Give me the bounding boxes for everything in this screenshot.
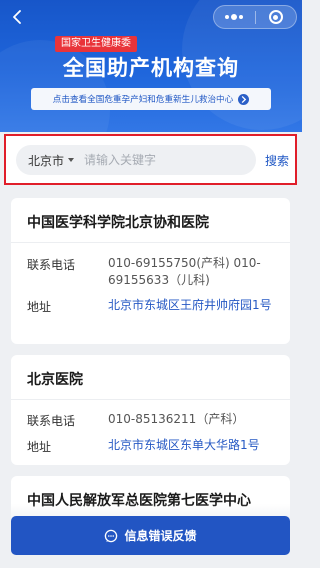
header-banner: 国家卫生健康委 全国助产机构查询 点击查看全国危重孕产妇和危重新生儿救治中心 <box>0 0 302 132</box>
phone-label: 联系电话 <box>27 258 76 272</box>
more-button[interactable] <box>214 6 255 28</box>
more-dots-icon <box>225 14 244 20</box>
chevron-left-icon <box>13 10 21 24</box>
back-button[interactable] <box>8 7 28 27</box>
rescue-center-link[interactable]: 点击查看全国危重孕产妇和危重新生儿救治中心 <box>31 88 271 110</box>
hospital-card[interactable]: 北京医院 联系电话 010-85136211（产科） 地址 北京市东城区东单大华… <box>11 355 290 465</box>
hospital-phone[interactable]: 010-85136211（产科） <box>108 411 276 428</box>
card-divider <box>11 399 290 400</box>
city-select-value: 北京市 <box>28 153 65 168</box>
search-button[interactable]: 搜索 <box>265 152 289 169</box>
nhc-badge: 国家卫生健康委 <box>55 36 137 52</box>
phone-label: 联系电话 <box>27 414 76 428</box>
hospital-address[interactable]: 北京市东城区王府井帅府园1号 <box>108 297 276 314</box>
hospital-name: 中国医学科学院北京协和医院 <box>27 215 209 231</box>
keyword-input[interactable] <box>84 153 234 167</box>
chevron-right-icon <box>238 93 250 105</box>
mini-program-capsule <box>213 5 297 29</box>
page-title: 全国助产机构查询 <box>63 56 239 80</box>
address-label: 地址 <box>27 300 52 314</box>
rescue-center-link-text: 点击查看全国危重孕产妇和危重新生儿救治中心 <box>52 95 234 105</box>
capsule-divider <box>254 10 256 24</box>
feedback-button-label: 信息错误反馈 <box>124 529 197 543</box>
close-mini-program-button[interactable] <box>256 6 297 28</box>
card-divider <box>11 242 290 243</box>
chat-bubble-icon <box>105 529 118 542</box>
hospital-address[interactable]: 北京市东城区东单大华路1号 <box>108 437 276 454</box>
search-field: 北京市 <box>16 145 256 175</box>
caret-down-icon <box>68 158 75 162</box>
search-bar: 北京市 搜索 <box>4 134 297 185</box>
hospital-phone[interactable]: 010-69155750(产科) 010-69155633（儿科) <box>108 255 276 289</box>
hospital-card[interactable]: 中国医学科学院北京协和医院 联系电话 010-69155750(产科) 010-… <box>11 198 290 344</box>
city-select[interactable]: 北京市 <box>16 152 84 169</box>
close-circle-icon <box>268 10 283 24</box>
address-label: 地址 <box>27 440 52 454</box>
feedback-button[interactable]: 信息错误反馈 <box>11 516 290 555</box>
hospital-name: 北京医院 <box>27 372 83 388</box>
